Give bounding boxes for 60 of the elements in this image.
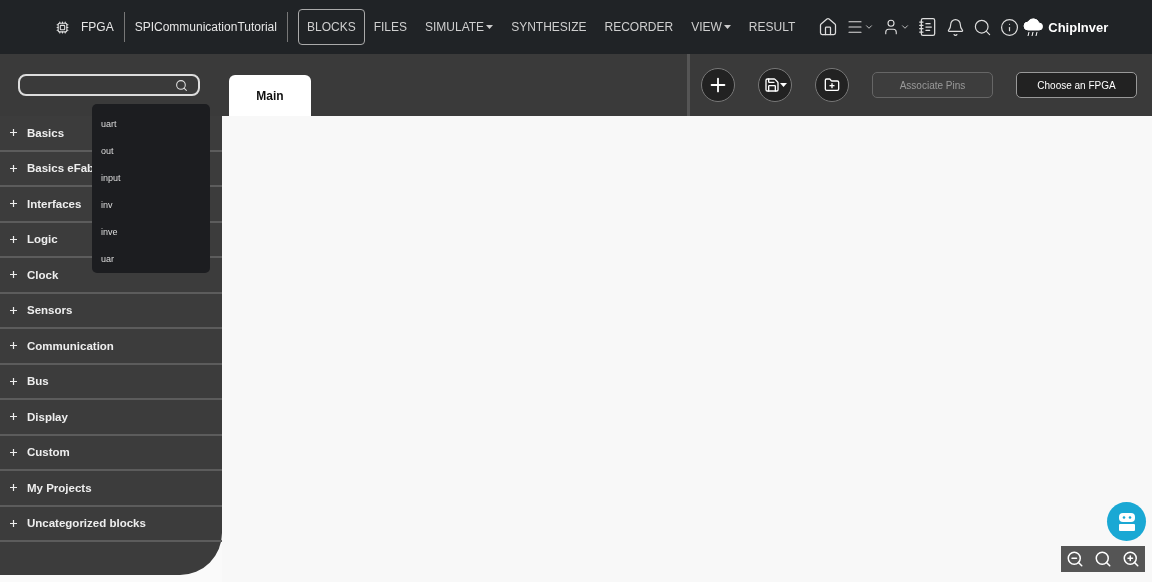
logo-text: ChipInver — [1048, 19, 1109, 35]
plus-icon — [10, 342, 17, 350]
plus-icon — [10, 271, 17, 279]
suggestion-item[interactable]: inv — [92, 191, 210, 218]
plus-icon — [10, 484, 17, 492]
new-folder-button[interactable] — [815, 68, 849, 102]
category-label[interactable]: Basics — [27, 126, 65, 139]
add-button[interactable] — [701, 68, 735, 102]
category-label[interactable]: Interfaces — [27, 197, 82, 210]
plus-icon — [10, 306, 17, 314]
cloud-icon — [1023, 17, 1046, 37]
search-icon — [175, 78, 188, 92]
search-field[interactable] — [18, 74, 200, 96]
plus-icon — [10, 200, 17, 208]
suggestion-item[interactable]: uart — [92, 110, 210, 137]
caret-icon — [864, 22, 875, 32]
suggestion-item[interactable]: input — [92, 164, 210, 191]
folder-plus-icon — [824, 77, 840, 93]
nav-tab[interactable]: VIEW — [682, 9, 740, 45]
nav-tab[interactable]: BLOCKS — [297, 9, 365, 45]
plus-icon — [10, 235, 17, 243]
category-label[interactable]: Display — [27, 410, 68, 423]
chip-icon — [56, 20, 69, 34]
caret-icon — [779, 82, 787, 88]
category-label[interactable]: My Projects — [27, 481, 92, 494]
zoom-in-icon[interactable] — [1122, 550, 1140, 568]
home-icon[interactable] — [818, 17, 839, 37]
zoom-reset-icon[interactable] — [1094, 550, 1112, 568]
nav-tab[interactable]: FILES — [364, 9, 416, 45]
project-name: SPICommunicationTutorial — [134, 20, 277, 34]
category-label[interactable]: Sensors — [27, 304, 73, 317]
search-icon[interactable] — [973, 17, 993, 37]
plus-icon — [10, 129, 17, 137]
nav-tab[interactable]: SYNTHESIZE — [502, 9, 596, 45]
plus-icon — [10, 448, 17, 456]
info-icon[interactable] — [1000, 17, 1020, 37]
category-label[interactable]: Logic — [27, 233, 58, 246]
category-label[interactable]: Custom — [27, 446, 70, 459]
bell-icon[interactable] — [946, 17, 966, 37]
plus-icon — [10, 413, 17, 421]
canvas-tab[interactable]: Main — [229, 75, 311, 116]
menu-icon[interactable] — [846, 18, 865, 36]
category-label[interactable]: Bus — [27, 375, 49, 388]
project-type: FPGA — [81, 20, 114, 34]
nav-tab[interactable]: RECORDER — [595, 9, 683, 45]
toolbar-button[interactable]: Choose an FPGA — [1016, 72, 1137, 98]
category-label[interactable]: Communication — [27, 339, 114, 352]
plus-icon — [10, 377, 17, 385]
save-button[interactable] — [758, 68, 792, 102]
suggestion-item[interactable]: out — [92, 137, 210, 164]
suggestion-item[interactable]: uar — [92, 245, 210, 272]
category-label[interactable]: Clock — [27, 268, 59, 281]
category-label[interactable]: Uncategorized blocks — [27, 517, 146, 530]
nav-tab[interactable]: RESULT — [739, 9, 805, 45]
caret-icon — [900, 22, 911, 32]
plus-icon — [10, 519, 17, 527]
nav-tab[interactable]: SIMULATE — [416, 9, 503, 45]
plus-icon — [10, 164, 17, 172]
suggestion-item[interactable]: inve — [92, 218, 210, 245]
zoom-out-icon[interactable] — [1066, 550, 1084, 568]
